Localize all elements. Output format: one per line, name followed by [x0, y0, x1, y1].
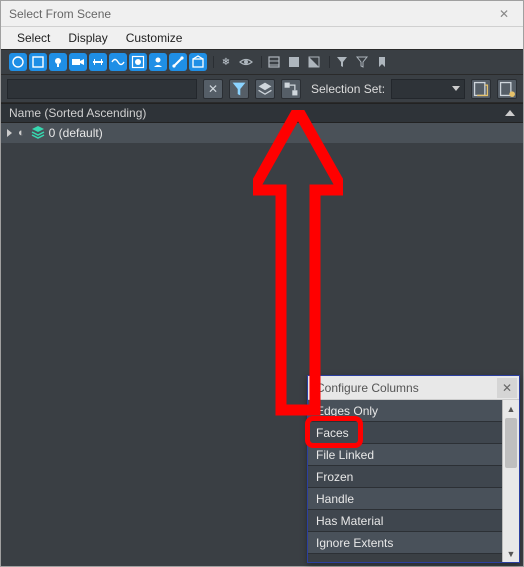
- scroll-thumb[interactable]: [505, 418, 517, 468]
- filter-cameras-button[interactable]: [69, 53, 87, 71]
- chevron-down-icon: [452, 86, 460, 91]
- sort-ascending-icon: [505, 110, 515, 116]
- funnel-icon: [335, 55, 349, 69]
- list-item-label: Edges Only: [316, 404, 378, 418]
- list-item[interactable]: Ignore Extents: [308, 532, 502, 554]
- display-filters-group: [5, 53, 211, 71]
- list-item[interactable]: File Linked: [308, 444, 502, 466]
- create-selection-set-button[interactable]: [471, 79, 491, 99]
- layer-icon: [31, 125, 45, 142]
- expand-icon[interactable]: [7, 129, 12, 137]
- influence-filters-group: [329, 53, 395, 71]
- edit-selection-set-button[interactable]: [497, 79, 517, 99]
- filter-spacewarps-button[interactable]: [109, 53, 127, 71]
- popup-body: Edges Only Faces File Linked Frozen Hand…: [308, 400, 519, 562]
- menu-customize[interactable]: Customize: [126, 27, 183, 49]
- layers-icon: [256, 80, 274, 98]
- search-input[interactable]: [7, 79, 197, 99]
- filter-lights-button[interactable]: [49, 53, 67, 71]
- popup-close-button[interactable]: ✕: [497, 378, 517, 398]
- list-item-label: Ignore Extents: [316, 536, 393, 550]
- xref-icon: [151, 55, 165, 69]
- close-icon: ✕: [499, 7, 509, 21]
- list-item[interactable]: Faces: [308, 422, 502, 444]
- visibility-icon[interactable]: ◐: [18, 127, 25, 139]
- filter-options-button[interactable]: [229, 79, 249, 99]
- filter-groups-button[interactable]: [129, 53, 147, 71]
- popup-title: Configure Columns: [316, 381, 419, 395]
- list-item-label: Frozen: [316, 470, 353, 484]
- select-all-button[interactable]: [265, 53, 283, 71]
- list-item[interactable]: Has Material: [308, 510, 502, 532]
- filter-xrefs-button[interactable]: [149, 53, 167, 71]
- list-item[interactable]: Edges Only: [308, 400, 502, 422]
- sync-selection-button[interactable]: [281, 79, 301, 99]
- eye-icon: [239, 55, 253, 69]
- selection-set-combo[interactable]: [391, 79, 465, 99]
- window-title: Select From Scene: [9, 7, 111, 21]
- select-none-button[interactable]: [285, 53, 303, 71]
- tree-row[interactable]: ◐ 0 (default): [1, 123, 523, 143]
- scroll-down-button[interactable]: ▼: [503, 545, 519, 562]
- display-frozen-button[interactable]: ❄: [217, 53, 235, 71]
- columns-list[interactable]: Edges Only Faces File Linked Frozen Hand…: [308, 400, 502, 562]
- close-icon: ✕: [502, 381, 512, 395]
- frozen-hidden-group: ❄: [213, 53, 259, 71]
- camera-icon: [71, 55, 85, 69]
- filter-influences-button[interactable]: [333, 53, 351, 71]
- group-icon: [131, 55, 145, 69]
- selection-set-label: Selection Set:: [311, 82, 385, 96]
- shape-icon: [31, 55, 45, 69]
- spacewarp-icon: [111, 55, 125, 69]
- popup-titlebar[interactable]: Configure Columns ✕: [308, 376, 519, 400]
- window-close-button[interactable]: ✕: [487, 3, 521, 25]
- edit-set-icon: [498, 80, 516, 98]
- helper-icon: [91, 55, 105, 69]
- filter-selected-button[interactable]: [373, 53, 391, 71]
- tree-row-label: 0 (default): [49, 126, 103, 140]
- select-invert-icon: [307, 55, 321, 69]
- select-none-icon: [287, 55, 301, 69]
- list-item-label: File Linked: [316, 448, 374, 462]
- list-item-label: Faces: [316, 426, 349, 440]
- funnel-down-icon: [355, 55, 369, 69]
- sync-icon: [282, 80, 300, 98]
- menubar: Select Display Customize: [1, 27, 523, 49]
- list-item-label: Handle: [316, 492, 354, 506]
- funnel-settings-icon: [230, 80, 248, 98]
- menu-display[interactable]: Display: [68, 27, 107, 49]
- filter-containers-button[interactable]: [189, 53, 207, 71]
- filter-shapes-button[interactable]: [29, 53, 47, 71]
- list-item-label: Has Material: [316, 514, 383, 528]
- display-hidden-button[interactable]: [237, 53, 255, 71]
- filter-dependents-button[interactable]: [353, 53, 371, 71]
- configure-columns-popup: Configure Columns ✕ Edges Only Faces Fil…: [307, 375, 520, 563]
- filter-bones-button[interactable]: [169, 53, 187, 71]
- popup-scrollbar[interactable]: ▲ ▼: [502, 400, 519, 562]
- new-set-icon: [472, 80, 490, 98]
- sphere-icon: [11, 55, 25, 69]
- select-invert-button[interactable]: [305, 53, 323, 71]
- scroll-up-button[interactable]: ▲: [503, 400, 519, 417]
- filter-geometry-button[interactable]: [9, 53, 27, 71]
- close-icon: ✕: [208, 82, 218, 96]
- view-layers-button[interactable]: [255, 79, 275, 99]
- column-header[interactable]: Name (Sorted Ascending): [1, 103, 523, 123]
- titlebar[interactable]: Select From Scene ✕: [1, 1, 523, 27]
- light-icon: [51, 55, 65, 69]
- list-item[interactable]: Handle: [308, 488, 502, 510]
- menu-select[interactable]: Select: [17, 27, 50, 49]
- bookmark-icon: [375, 55, 389, 69]
- list-item[interactable]: Frozen: [308, 466, 502, 488]
- filter-helpers-button[interactable]: [89, 53, 107, 71]
- clear-search-button[interactable]: ✕: [203, 79, 223, 99]
- select-tools-group: [261, 53, 327, 71]
- select-all-icon: [267, 55, 281, 69]
- filter-toolbar: ❄: [1, 49, 523, 75]
- snowflake-icon: ❄: [222, 57, 230, 68]
- container-icon: [191, 55, 205, 69]
- column-header-label: Name (Sorted Ascending): [9, 106, 146, 120]
- search-row: ✕ Selection Set:: [1, 75, 523, 103]
- bone-icon: [171, 55, 185, 69]
